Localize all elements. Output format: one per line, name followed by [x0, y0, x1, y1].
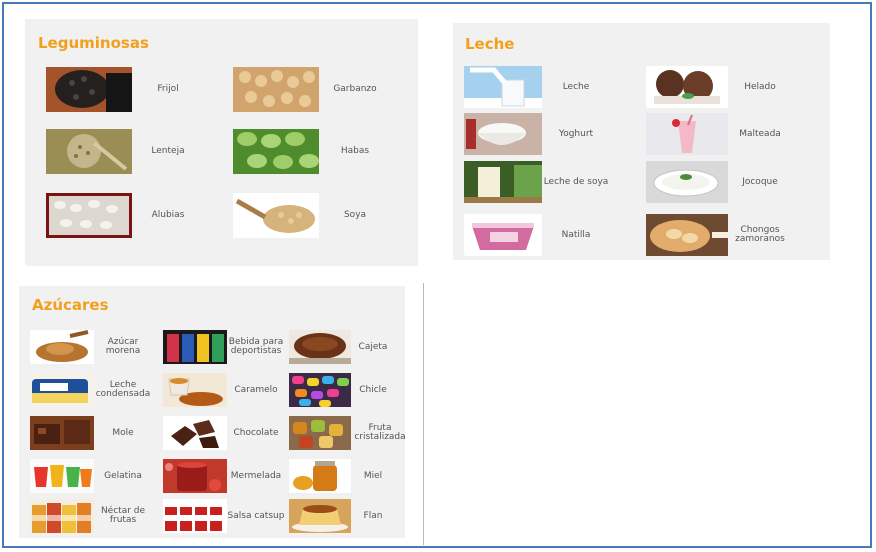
food-label: Helado	[744, 81, 776, 92]
food-item-flan: Flan	[289, 499, 395, 533]
brown-sugar-icon	[30, 330, 94, 364]
food-item-mermelada: Mermelada	[163, 459, 285, 493]
food-label: Soya	[343, 210, 367, 220]
ketchup-bottles-icon	[163, 499, 227, 533]
custard-cup-icon	[464, 214, 542, 256]
food-label: Leche condensada	[95, 380, 151, 399]
food-label: Lenteja	[151, 146, 185, 156]
food-item-chongos-zamoranos: Chongos zamoranos	[646, 214, 792, 256]
mole-paste-icon	[30, 416, 94, 450]
food-item-caramelo: Caramelo	[163, 373, 285, 407]
food-label: Fruta cristalizada	[354, 423, 406, 442]
sports-drinks-icon	[163, 330, 227, 364]
food-item-cajeta: Cajeta	[289, 330, 395, 364]
card-title-azucares: Azúcares	[32, 296, 109, 314]
fava-beans-icon	[233, 129, 319, 174]
food-label: Flan	[363, 510, 383, 521]
cajeta-spread-icon	[289, 330, 351, 364]
food-label: Leche de soya	[543, 176, 609, 187]
food-item-fruta-cristalizada: Fruta cristalizada	[289, 416, 409, 450]
food-label: Bebida para deportistas	[228, 337, 284, 356]
food-item-azucar-morena: Azúcar morena	[30, 330, 152, 364]
food-label: Néctar de frutas	[100, 506, 146, 525]
food-item-natilla: Natilla	[464, 214, 610, 256]
caramel-sauce-icon	[163, 373, 227, 407]
food-item-habas: Habas	[233, 129, 391, 174]
card-azucares: Azúcares Azúcar morena Bebida para depor…	[19, 286, 406, 538]
lentils-icon	[46, 129, 132, 174]
food-label: Malteada	[739, 128, 781, 139]
food-item-nectar-de-frutas: Néctar de frutas	[30, 499, 152, 533]
divider-line	[423, 283, 424, 545]
food-item-salsa-catsup: Salsa catsup	[163, 499, 285, 533]
food-label: Cajeta	[358, 341, 388, 352]
food-item-leche: Leche	[464, 66, 610, 108]
soy-milk-icon	[464, 161, 542, 203]
food-item-malteada: Malteada	[646, 113, 792, 155]
food-item-lenteja: Lenteja	[46, 129, 204, 174]
food-item-leche-de-soya: Leche de soya	[464, 161, 610, 203]
food-item-bebida-deportistas: Bebida para deportistas	[163, 330, 285, 364]
food-label: Chicle	[359, 384, 387, 395]
chocolate-pieces-icon	[163, 416, 227, 450]
food-label: Mole	[112, 427, 134, 438]
yogurt-bowl-icon	[464, 113, 542, 155]
food-item-alubias: Alubias	[46, 193, 204, 238]
milk-glass-icon	[464, 66, 542, 108]
nectar-bottles-icon	[30, 499, 94, 533]
chocolate-ice-cream-icon	[646, 66, 728, 108]
food-item-miel: Miel	[289, 459, 395, 493]
food-item-mole: Mole	[30, 416, 152, 450]
jam-jar-icon	[163, 459, 227, 493]
card-title-leche: Leche	[465, 35, 515, 53]
flan-dessert-icon	[289, 499, 351, 533]
food-item-yoghurt: Yoghurt	[464, 113, 610, 155]
food-label: Yoghurt	[558, 128, 594, 139]
food-item-gelatina: Gelatina	[30, 459, 152, 493]
candied-fruit-icon	[289, 416, 351, 450]
food-label: Alubias	[151, 210, 185, 220]
card-leguminosas: Leguminosas Frijol Garbanzo Lenteja Haba…	[25, 19, 418, 266]
food-label: Salsa catsup	[227, 510, 285, 521]
white-beans-icon	[46, 193, 132, 238]
food-item-soya: Soya	[233, 193, 391, 238]
food-label: Azúcar morena	[105, 337, 141, 356]
food-item-jocoque: Jocoque	[646, 161, 792, 203]
food-label: Leche	[562, 81, 590, 92]
food-item-chocolate: Chocolate	[163, 416, 285, 450]
food-label: Jocoque	[742, 176, 778, 187]
chongos-dessert-icon	[646, 214, 728, 256]
food-label: Chongos zamoranos	[735, 225, 785, 244]
food-label: Chocolate	[233, 427, 279, 438]
gelatin-cups-icon	[30, 459, 94, 493]
food-item-garbanzo: Garbanzo	[233, 67, 391, 112]
food-item-helado: Helado	[646, 66, 792, 108]
food-label: Gelatina	[104, 470, 142, 481]
food-label: Frijol	[157, 84, 179, 94]
soybeans-icon	[233, 193, 319, 238]
food-label: Habas	[340, 146, 370, 156]
milkshake-icon	[646, 113, 728, 155]
food-item-chicle: Chicle	[289, 373, 395, 407]
condensed-milk-can-icon	[30, 373, 94, 407]
honey-jar-icon	[289, 459, 351, 493]
black-beans-icon	[46, 67, 132, 112]
food-item-leche-condensada: Leche condensada	[30, 373, 152, 407]
chickpeas-icon	[233, 67, 319, 112]
chewing-gum-icon	[289, 373, 351, 407]
card-title-leguminosas: Leguminosas	[38, 34, 149, 52]
food-item-frijol: Frijol	[46, 67, 204, 112]
food-label: Natilla	[561, 229, 591, 240]
food-label: Garbanzo	[333, 84, 377, 94]
food-label: Caramelo	[234, 384, 278, 395]
food-label: Miel	[363, 470, 383, 481]
card-leche: Leche Leche Helado Yoghurt Malteada Lech…	[453, 23, 830, 260]
jocoque-bowl-icon	[646, 161, 728, 203]
food-label: Mermelada	[230, 470, 282, 481]
